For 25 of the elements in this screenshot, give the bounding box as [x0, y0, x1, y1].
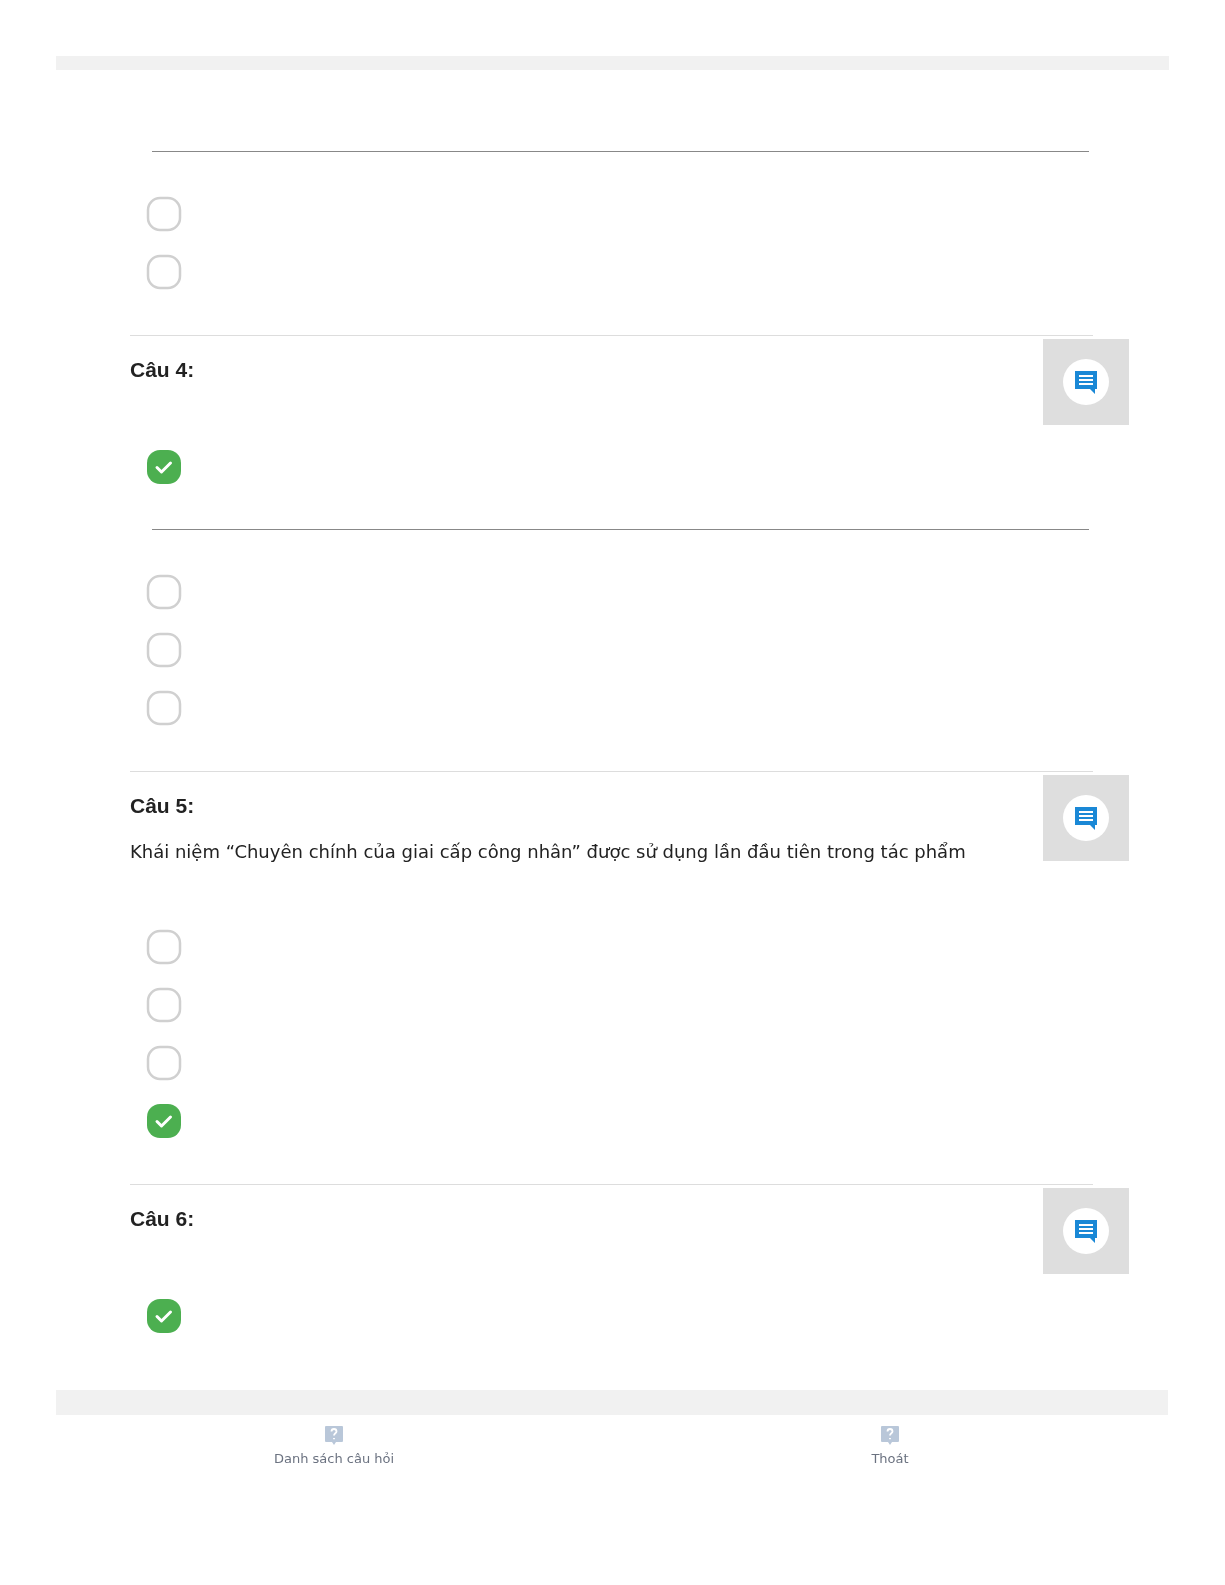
- checkbox-icon[interactable]: [146, 574, 182, 610]
- help-icon: [880, 1425, 900, 1447]
- checkbox-icon[interactable]: [146, 196, 182, 232]
- question-number: Câu 6:: [130, 1206, 196, 1232]
- checked-checkbox-icon[interactable]: [146, 1298, 182, 1334]
- checkbox-icon[interactable]: [146, 987, 182, 1023]
- help-icon: [324, 1425, 344, 1447]
- checked-checkbox-icon[interactable]: [146, 449, 182, 485]
- comment-panel[interactable]: [1043, 1188, 1129, 1274]
- comment-panel[interactable]: [1043, 775, 1129, 861]
- checkbox-icon[interactable]: [146, 1045, 182, 1081]
- chat-icon[interactable]: [1063, 1208, 1109, 1254]
- checkbox-icon[interactable]: [146, 690, 182, 726]
- checkbox-icon[interactable]: [146, 632, 182, 668]
- comment-panel[interactable]: [1043, 339, 1129, 425]
- checked-checkbox-icon[interactable]: [146, 1103, 182, 1139]
- nav-item[interactable]: Thoát: [612, 1415, 1168, 1485]
- chat-icon[interactable]: [1063, 795, 1109, 841]
- question-number: Câu 4:: [130, 357, 196, 383]
- chat-icon[interactable]: [1063, 359, 1109, 405]
- question-text: Khái niệm “Chuyên chính của giai cấp công nhân” được sử dụng lần đầu tiên trong tác phẩm: [130, 840, 967, 864]
- question-number: Câu 5:: [130, 793, 196, 819]
- checkbox-icon[interactable]: [146, 929, 182, 965]
- nav-item[interactable]: Danh sách câu hỏi: [56, 1415, 612, 1485]
- checkbox-icon[interactable]: [146, 254, 182, 290]
